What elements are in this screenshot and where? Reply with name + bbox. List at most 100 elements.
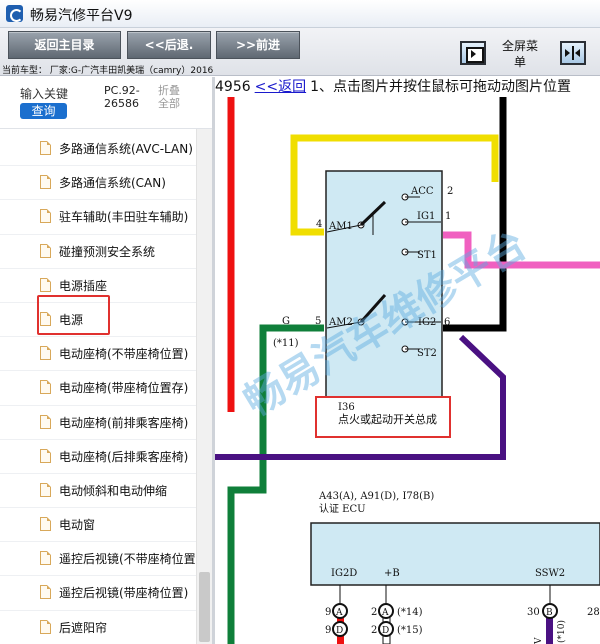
tree-item-label: 电动座椅(后排乘客座椅): [59, 449, 189, 464]
document-icon: [40, 448, 51, 463]
tree-item[interactable]: 多路通信系统(AVC-LAN): [0, 132, 196, 167]
home-button[interactable]: 返回主目录: [8, 31, 121, 59]
connector-a-plusb-letter: A: [381, 608, 389, 618]
ecu-name: 认证 ECU: [319, 502, 366, 515]
fit-view-icon[interactable]: [460, 41, 486, 65]
wire-color-v: V: [534, 637, 544, 644]
tree-item[interactable]: 电动窗: [0, 508, 196, 543]
pin-number-2a: 2: [371, 607, 377, 618]
tree-item-label: 多路通信系统(AVC-LAN): [59, 142, 193, 156]
document-icon: [40, 311, 51, 326]
tree-item[interactable]: 多路通信系统(CAN): [0, 166, 196, 201]
pin-ig2-number: 6: [444, 317, 450, 328]
document-icon: [40, 175, 51, 190]
toggle-split-icon[interactable]: [560, 41, 586, 65]
pin-am1-label: AM1: [328, 221, 353, 232]
connector-d-ig2d-letter: D: [336, 626, 343, 636]
tree-item[interactable]: 电动座椅(前排乘客座椅): [0, 406, 196, 440]
connector-a-ig2d-letter: A: [335, 608, 343, 618]
tree-item[interactable]: 电动座椅(后排乘客座椅): [0, 440, 196, 474]
tree-item[interactable]: 遥控后视镜(带座椅位置): [0, 576, 196, 611]
document-icon: [40, 482, 51, 497]
tree-list: 多路通信系统(AVC-LAN) 多路通信系统(CAN) 驻车辅助(丰田驻车辅助) 碰撞…: [0, 132, 196, 644]
tree-item-label: 电动窗: [59, 518, 96, 533]
document-icon: [40, 619, 51, 634]
current-vehicle-info: 当前车型： 厂家:G-广汽丰田凯美瑞（camry）2016: [2, 66, 214, 76]
tree-item-label: 电动倾斜和电动伸缩: [59, 483, 168, 498]
forward-button[interactable]: >>前进: [216, 31, 300, 59]
document-icon: [40, 243, 51, 258]
tree-item-label: 电源: [59, 312, 84, 327]
note-10: (*10): [556, 620, 567, 643]
collapse-all-button[interactable]: 折叠全部: [158, 84, 188, 110]
window-title: 畅易汽修平台V9: [30, 8, 133, 24]
tree-item-label: 电动座椅(前排乘客座椅): [59, 415, 189, 430]
pin-number-2d: 2: [371, 625, 377, 636]
tree-item[interactable]: 碰撞预测安全系统: [0, 235, 196, 269]
wire-note-11: (*11): [273, 338, 299, 349]
search-button[interactable]: 查询: [20, 103, 67, 119]
pin-acc-label: ACC: [410, 186, 434, 197]
sidebar-scrollbar[interactable]: [196, 129, 212, 644]
wire-color-g: G: [282, 316, 290, 327]
tree-item[interactable]: 电源: [0, 303, 196, 338]
pin-st2-label: ST2: [417, 348, 437, 359]
purple-wire-lower: [546, 617, 553, 644]
pin-am1-number: 4: [316, 219, 322, 230]
note-14: (*14): [397, 607, 423, 618]
document-icon: [40, 141, 51, 155]
connector-d-plusb-letter: D: [382, 626, 389, 636]
viewer-header: 4956 <<返回 1、点击图片并按住鼠标可拖动动图片位置: [215, 77, 600, 97]
ecu-codes: A43(A), A91(D), I78(B): [318, 491, 434, 502]
wiring-diagram[interactable]: ACC 2 IG1 1 ST1 AM1 4 AM2 5 IG2 6 ST2 G …: [215, 97, 600, 644]
tree-item[interactable]: 后遮阳帘: [0, 611, 196, 644]
pin-number-9d: 9: [325, 625, 331, 636]
document-icon: [40, 551, 51, 566]
pin-ig1-label: IG1: [417, 211, 435, 222]
app-window: 畅易汽修平台V9 返回主目录 <<后退. >>前进 全屏菜单 当前车型： 厂家:…: [0, 0, 600, 644]
tree-item[interactable]: 电动倾斜和电动伸缩: [0, 474, 196, 509]
tree-item-label: 遥控后视镜(带座椅位置): [59, 586, 189, 601]
pin-number-30: 30: [527, 607, 540, 618]
document-icon: [40, 209, 51, 224]
tree-item[interactable]: 电动座椅(不带座椅位置): [0, 337, 196, 372]
pc-code: PC.92-26586: [104, 84, 140, 110]
ecu-pin-ssw2: SSW2: [535, 568, 565, 579]
pin-am2-number: 5: [315, 316, 321, 327]
pin-ig1-number: 1: [445, 211, 451, 222]
fullscreen-menu-button[interactable]: 全屏菜单: [502, 38, 538, 70]
sidebar-scrollbar-thumb[interactable]: [199, 572, 210, 642]
back-button[interactable]: <<后退.: [127, 31, 211, 59]
tree-item-label: 后遮阳帘: [59, 620, 108, 635]
tree-item[interactable]: 电动座椅(带座椅位置存): [0, 371, 196, 406]
search-input[interactable]: 输入关键: [20, 85, 68, 102]
document-icon: [40, 346, 51, 361]
tree-item-label: 碰撞预测安全系统: [59, 244, 156, 259]
tree-item-label: 电动座椅(不带座椅位置): [59, 347, 189, 362]
note-15: (*15): [397, 625, 423, 636]
tree-item[interactable]: 遥控后视镜(不带座椅位置): [0, 542, 196, 577]
connector-b-ssw2-letter: B: [546, 608, 553, 618]
back-link[interactable]: <<返回: [255, 79, 306, 95]
tree-item[interactable]: 电源插座: [0, 269, 196, 303]
tree-item-label: 多路通信系统(CAN): [59, 176, 166, 191]
app-logo-icon: [6, 5, 23, 22]
document-icon: [40, 277, 51, 292]
instruction-text: 1、点击图片并按住鼠标可拖动动图片位置: [310, 79, 572, 95]
page-code: 4956: [215, 79, 251, 95]
tree-item[interactable]: 驻车辅助(丰田驻车辅助): [0, 200, 196, 235]
diagram-viewer: 4956 <<返回 1、点击图片并按住鼠标可拖动动图片位置 ACC 2 IG1 …: [215, 77, 600, 644]
tree-item-label: 驻车辅助(丰田驻车辅助): [59, 210, 189, 225]
ecu-pin-plusb: +B: [384, 568, 400, 579]
sidebar: 输入关键 查询 PC.92-26586 折叠全部 多路通信系统(AVC-LAN)…: [0, 77, 212, 644]
document-icon: [40, 380, 51, 395]
pin-number-9a: 9: [325, 607, 331, 618]
switch-name: 点火或起动开关总成: [338, 412, 437, 426]
tree-item-label: 电动座椅(带座椅位置存): [59, 381, 189, 396]
title-bar: 畅易汽修平台V9: [0, 0, 600, 28]
pin-number-28: 28: [587, 607, 600, 618]
switch-code: I36: [338, 402, 355, 413]
document-icon: [40, 414, 51, 429]
tree-item-label: 遥控后视镜(不带座椅位置): [59, 552, 196, 567]
pin-acc-number: 2: [447, 186, 453, 197]
